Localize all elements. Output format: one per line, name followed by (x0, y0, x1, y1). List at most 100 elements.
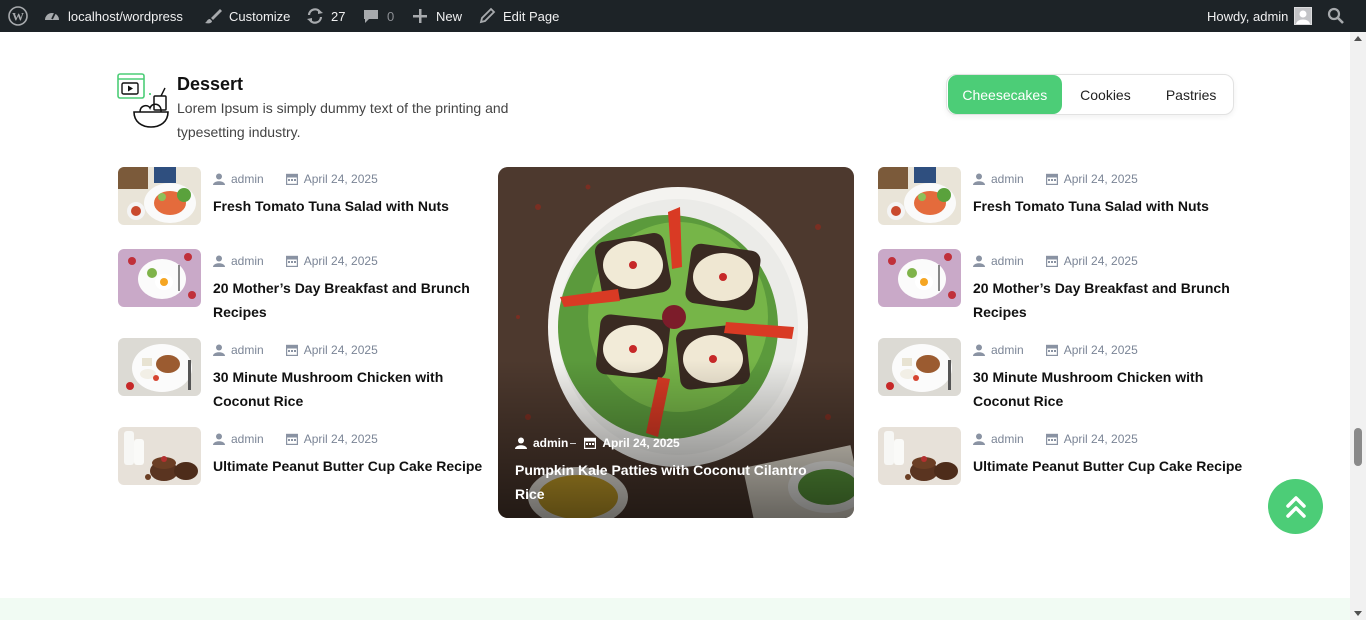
post-item[interactable]: admin April 24, 2025 Fresh Tomato Tuna Sal… (878, 167, 1238, 237)
post-title[interactable]: Fresh Tomato Tuna Salad with Nuts (213, 194, 483, 218)
post-title[interactable]: 20 Mother’s Day Breakfast and Brunch Rec… (213, 276, 483, 324)
post-author[interactable]: admin (991, 172, 1024, 186)
featured-post-date: April 24, 2025 (602, 436, 680, 450)
new-content-link[interactable]: New (410, 0, 462, 32)
post-item[interactable]: admin April 24, 2025 20 Mother’s Day Break… (878, 249, 1238, 320)
scroll-to-top-button[interactable] (1268, 479, 1323, 534)
post-thumbnail[interactable] (878, 249, 961, 307)
post-item[interactable]: admin April 24, 2025 Ultimate Peanut Butte… (118, 427, 482, 497)
section-title: Dessert (177, 74, 244, 94)
user-icon (213, 173, 225, 185)
updates-link[interactable]: 27 (305, 0, 345, 32)
post-meta: admin April 24, 2025 (973, 343, 1138, 357)
post-author[interactable]: admin (991, 254, 1024, 268)
post-meta: admin April 24, 2025 (213, 343, 378, 357)
pencil-icon (477, 6, 497, 26)
brush-icon (203, 6, 223, 26)
edit-page-label: Edit Page (503, 8, 560, 24)
edit-page-link[interactable]: Edit Page (477, 0, 559, 32)
featured-post-author[interactable]: admin (533, 436, 568, 450)
calendar-icon (1045, 344, 1058, 356)
updates-count: 27 (331, 8, 346, 24)
post-author[interactable]: admin (231, 254, 264, 268)
tab-pastries[interactable]: Pastries (1149, 75, 1233, 114)
comments-count: 0 (387, 8, 395, 24)
post-title[interactable]: Fresh Tomato Tuna Salad with Nuts (973, 194, 1243, 218)
post-thumbnail[interactable] (878, 167, 961, 225)
post-item[interactable]: admin April 24, 2025 30 Minute Mushroom Ch… (878, 338, 1238, 409)
calendar-icon (1045, 255, 1058, 267)
post-thumbnail[interactable] (878, 338, 961, 396)
post-author[interactable]: admin (231, 172, 264, 186)
post-meta: admin April 24, 2025 (973, 172, 1138, 186)
user-icon (973, 173, 985, 185)
scrollbar-thumb[interactable] (1354, 428, 1362, 466)
my-account-link[interactable]: Howdy, admin (1207, 0, 1313, 32)
post-date: April 24, 2025 (303, 172, 378, 186)
scroll-down-arrow-icon[interactable] (1354, 611, 1362, 616)
updates-icon (305, 6, 325, 26)
search-button[interactable] (1326, 0, 1346, 32)
post-date: April 24, 2025 (1063, 432, 1138, 446)
scroll-up-arrow-icon[interactable] (1354, 36, 1362, 41)
post-meta: admin April 24, 2025 (213, 172, 378, 186)
post-meta: admin April 24, 2025 (973, 254, 1138, 268)
tab-cookies[interactable]: Cookies (1062, 75, 1150, 114)
dashboard-icon (42, 6, 62, 26)
wordpress-logo-button[interactable]: W (8, 0, 28, 32)
post-date: April 24, 2025 (1063, 343, 1138, 357)
howdy-label: Howdy, admin (1207, 8, 1289, 24)
site-name-link[interactable]: localhost/wordpress (42, 0, 183, 32)
post-title[interactable]: Ultimate Peanut Butter Cup Cake Recipe (213, 454, 483, 478)
post-title[interactable]: 30 Minute Mushroom Chicken with Coconut … (973, 365, 1243, 413)
post-author[interactable]: admin (991, 343, 1024, 357)
user-icon (213, 344, 225, 356)
post-item[interactable]: admin April 24, 2025 Fresh Tomato Tuna Sal… (118, 167, 478, 237)
user-icon (973, 433, 985, 445)
post-item[interactable]: admin April 24, 2025 20 Mother’s Day Break… (118, 249, 478, 320)
post-thumbnail[interactable] (118, 249, 201, 307)
plus-icon (410, 6, 430, 26)
calendar-icon (285, 255, 298, 267)
calendar-icon (1045, 433, 1058, 445)
post-author[interactable]: admin (231, 343, 264, 357)
featured-post-title[interactable]: Pumpkin Kale Patties with Coconut Cilant… (515, 458, 835, 506)
post-title[interactable]: 20 Mother’s Day Breakfast and Brunch Rec… (973, 276, 1243, 324)
post-author[interactable]: admin (991, 432, 1024, 446)
featured-post-card[interactable]: admin April 24, 2025 Pumpkin Kale Pattie… (498, 167, 854, 518)
post-author[interactable]: admin (231, 432, 264, 446)
post-date: April 24, 2025 (1063, 172, 1138, 186)
post-item[interactable]: admin April 24, 2025 30 Minute Mushroom Ch… (118, 338, 478, 409)
footer-section-edge (0, 598, 1350, 620)
section-description: Lorem Ipsum is simply dummy text of the … (177, 100, 509, 140)
post-date: April 24, 2025 (303, 343, 378, 357)
comments-link[interactable]: 0 (361, 0, 394, 32)
post-thumbnail[interactable] (118, 167, 201, 225)
user-icon (515, 437, 527, 449)
tab-cheesecakes[interactable]: Cheesecakes (948, 75, 1062, 114)
calendar-icon (1045, 173, 1058, 185)
user-icon (973, 255, 985, 267)
post-date: April 24, 2025 (303, 432, 378, 446)
post-meta: admin April 24, 2025 (213, 432, 378, 446)
post-meta: admin April 24, 2025 (973, 432, 1138, 446)
post-date: April 24, 2025 (303, 254, 378, 268)
calendar-icon (285, 344, 298, 356)
customize-link[interactable]: Customize (203, 0, 290, 32)
user-icon (973, 344, 985, 356)
post-thumbnail[interactable] (118, 427, 201, 485)
post-meta: admin April 24, 2025 (213, 254, 378, 268)
admin-bar: W localhost/wordpress Customize 27 0 New (0, 0, 1366, 32)
page-scrollbar[interactable] (1350, 32, 1366, 620)
calendar-icon (285, 433, 298, 445)
post-title[interactable]: 30 Minute Mushroom Chicken with Coconut … (213, 365, 483, 413)
post-thumbnail[interactable] (878, 427, 961, 485)
calendar-icon (285, 173, 298, 185)
search-icon (1326, 6, 1346, 26)
post-date: April 24, 2025 (1063, 254, 1138, 268)
post-item[interactable]: admin April 24, 2025 Ultimate Peanut Butte… (878, 427, 1242, 497)
customize-label: Customize (229, 8, 291, 24)
post-title[interactable]: Ultimate Peanut Butter Cup Cake Recipe (973, 454, 1243, 478)
avatar (1294, 7, 1313, 25)
post-thumbnail[interactable] (118, 338, 201, 396)
